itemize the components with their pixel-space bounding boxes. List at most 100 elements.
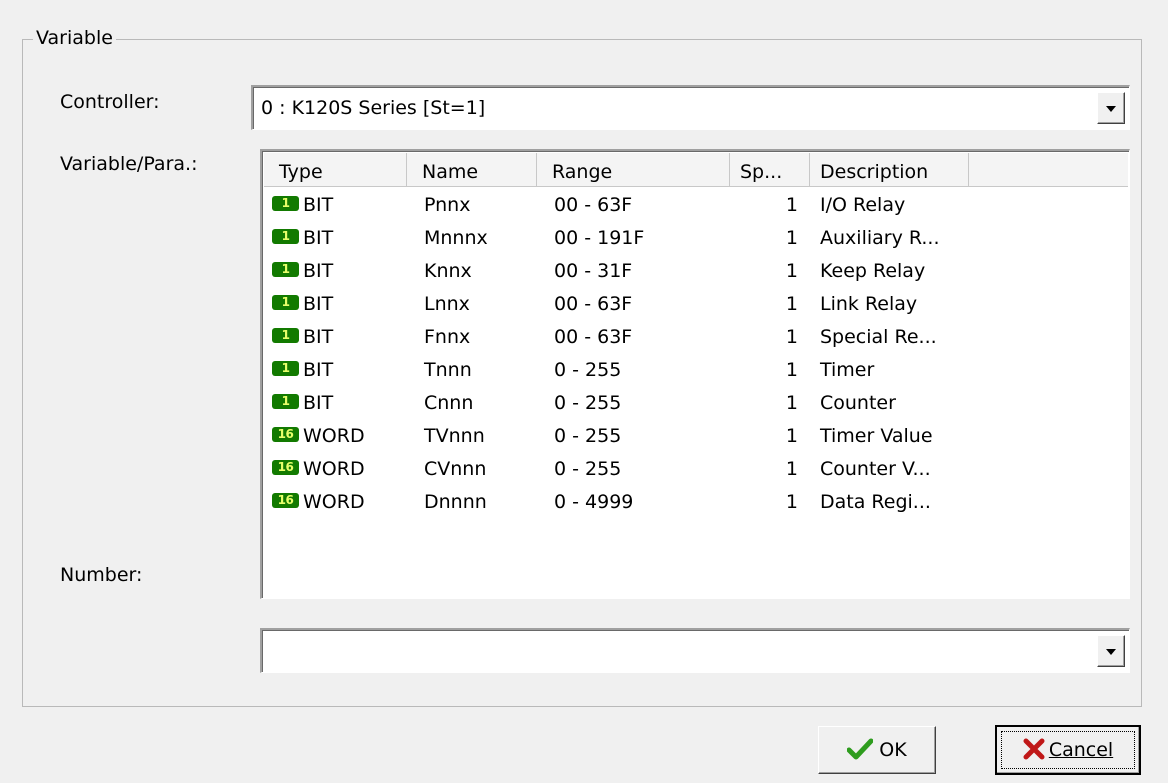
cell-name: Dnnnn (424, 491, 487, 513)
cell-description: Special Re... (820, 326, 937, 348)
type-badge-icon: 16 (272, 427, 299, 442)
ok-button[interactable]: OK (818, 726, 936, 774)
controller-combobox-value: 0 : K120S Series [St=1] (261, 97, 486, 119)
column-header-empty (969, 153, 1128, 187)
cell-name: Mnnnx (424, 227, 488, 249)
cell-sp: 1 (785, 194, 798, 216)
table-row[interactable]: 16 WORD CVnnn 0 - 255 Counter V... 1 (264, 453, 1128, 486)
type-label: BIT (303, 194, 334, 216)
cancel-button-label: Cancel (1048, 739, 1114, 761)
type-label: WORD (303, 458, 365, 480)
cell-type: 1 BIT (272, 387, 333, 420)
type-label: BIT (303, 392, 334, 414)
cell-range: 00 - 63F (554, 326, 633, 348)
cell-type: 16 WORD (272, 486, 365, 519)
type-badge-icon: 1 (272, 295, 299, 310)
type-label: WORD (303, 491, 365, 513)
cell-type: 1 BIT (272, 354, 333, 387)
cell-description: Data Regi... (820, 491, 931, 513)
type-badge-icon: 1 (272, 262, 299, 277)
groupbox-title: Variable (33, 26, 116, 50)
table-row[interactable]: 1 BIT Knnx 00 - 31F Keep Relay 1 (264, 255, 1128, 288)
type-badge-icon: 1 (272, 328, 299, 343)
cell-range: 00 - 191F (554, 227, 645, 249)
checkmark-icon (847, 738, 874, 759)
cell-type: 16 WORD (272, 420, 365, 453)
controller-label: Controller: (60, 91, 160, 113)
type-label: BIT (303, 227, 334, 249)
table-row[interactable]: 1 BIT Lnnx 00 - 63F Link Relay 1 (264, 288, 1128, 321)
cell-type: 1 BIT (272, 321, 333, 354)
cell-sp: 1 (785, 359, 798, 381)
column-header-name[interactable]: Name (407, 153, 537, 187)
type-badge-icon: 1 (272, 229, 299, 244)
type-label: BIT (303, 326, 334, 348)
cell-description: Timer (820, 359, 875, 381)
variable-para-label: Variable/Para.: (60, 153, 198, 175)
type-badge-icon: 1 (272, 196, 299, 211)
cell-name: Pnnx (424, 194, 471, 216)
type-label: WORD (303, 425, 365, 447)
cell-range: 0 - 255 (554, 359, 622, 381)
cell-name: Tnnn (424, 359, 472, 381)
table-row[interactable]: 1 BIT Cnnn 0 - 255 Counter 1 (264, 387, 1128, 420)
cell-description: Link Relay (820, 293, 918, 315)
type-badge-icon: 1 (272, 394, 299, 409)
cell-description: Counter V... (820, 458, 931, 480)
cell-range: 0 - 4999 (554, 491, 634, 513)
table-row[interactable]: 1 BIT Tnnn 0 - 255 Timer 1 (264, 354, 1128, 387)
x-icon (1023, 738, 1045, 759)
cell-description: Auxiliary R... (820, 227, 940, 249)
cell-range: 0 - 255 (554, 392, 622, 414)
table-row[interactable]: 1 BIT Mnnnx 00 - 191F Auxiliary R... 1 (264, 222, 1128, 255)
cell-type: 1 BIT (272, 255, 333, 288)
cancel-button[interactable]: Cancel (995, 725, 1141, 775)
cell-sp: 1 (785, 392, 798, 414)
chevron-down-icon[interactable] (1097, 92, 1125, 124)
cell-description: Counter (820, 392, 896, 414)
ok-button-label: OK (879, 739, 907, 761)
cell-sp: 1 (785, 425, 798, 447)
cell-name: Fnnx (424, 326, 471, 348)
variable-listview[interactable]: Type Name Range Sp... Description 1 BIT Pn… (260, 149, 1130, 599)
number-combobox[interactable] (260, 628, 1130, 673)
chevron-down-icon[interactable] (1097, 635, 1125, 667)
cell-range: 0 - 255 (554, 458, 622, 480)
cell-type: 16 WORD (272, 453, 365, 486)
cell-type: 1 BIT (272, 189, 333, 222)
cell-sp: 1 (785, 458, 798, 480)
cell-name: Lnnx (424, 293, 470, 315)
column-header-description[interactable]: Description (810, 153, 969, 187)
table-row[interactable]: 1 BIT Pnnx 00 - 63F I/O Relay 1 (264, 189, 1128, 222)
controller-combobox[interactable]: 0 : K120S Series [St=1] (251, 85, 1130, 130)
cell-description: Timer Value (820, 425, 933, 447)
type-badge-icon: 16 (272, 460, 299, 475)
cell-type: 1 BIT (272, 222, 333, 255)
column-header-range[interactable]: Range (537, 153, 730, 187)
type-label: BIT (303, 260, 334, 282)
type-label: BIT (303, 359, 334, 381)
table-row[interactable]: 16 WORD TVnnn 0 - 255 Timer Value 1 (264, 420, 1128, 453)
cell-name: Cnnn (424, 392, 474, 414)
listview-header: Type Name Range Sp... Description (264, 153, 1128, 187)
cell-description: I/O Relay (820, 194, 906, 216)
cell-sp: 1 (785, 227, 798, 249)
cell-sp: 1 (785, 293, 798, 315)
number-label: Number: (60, 564, 143, 586)
type-label: BIT (303, 293, 334, 315)
column-header-type[interactable]: Type (264, 153, 407, 187)
cell-sp: 1 (785, 491, 798, 513)
type-badge-icon: 1 (272, 361, 299, 376)
cell-sp: 1 (785, 326, 798, 348)
table-row[interactable]: 16 WORD Dnnnn 0 - 4999 Data Regi... 1 (264, 486, 1128, 519)
table-row[interactable]: 1 BIT Fnnx 00 - 63F Special Re... 1 (264, 321, 1128, 354)
column-header-sp[interactable]: Sp... (730, 153, 810, 187)
cell-sp: 1 (785, 260, 798, 282)
cell-description: Keep Relay (820, 260, 926, 282)
cell-range: 00 - 31F (554, 260, 633, 282)
cell-range: 00 - 63F (554, 194, 633, 216)
cell-name: CVnnn (424, 458, 487, 480)
cell-type: 1 BIT (272, 288, 333, 321)
type-badge-icon: 16 (272, 493, 299, 508)
cell-range: 0 - 255 (554, 425, 622, 447)
